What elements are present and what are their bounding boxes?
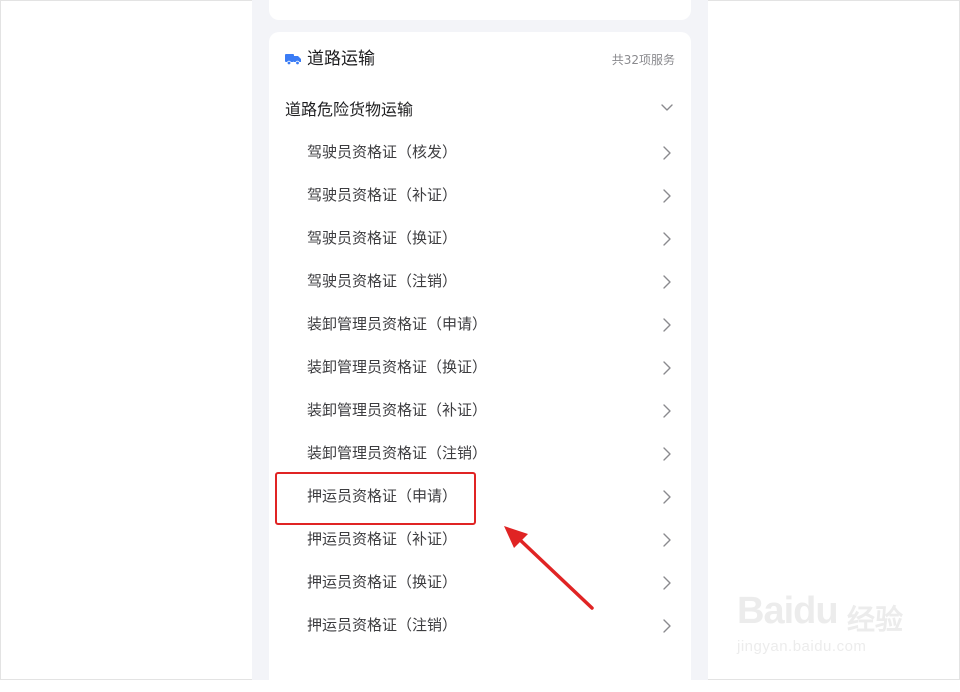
chevron-right-icon (663, 490, 671, 504)
chevron-right-icon (663, 404, 671, 418)
highlight-box (275, 472, 476, 525)
service-item-label: 驾驶员资格证（换证） (307, 229, 458, 247)
service-item-label: 装卸管理员资格证（注销） (307, 444, 488, 462)
truck-icon (285, 54, 301, 65)
service-item[interactable]: 装卸管理员资格证（换证） (269, 347, 691, 390)
service-item-label: 押运员资格证（补证） (307, 530, 458, 548)
chevron-right-icon (663, 619, 671, 633)
category-label: 道路危险货物运输 (285, 100, 414, 119)
service-item[interactable]: 驾驶员资格证（补证） (269, 175, 691, 218)
road-transport-card: 道路运输 共32项服务 道路危险货物运输 驾驶员资格证（核发） 驾驶员资格证（补… (269, 32, 691, 692)
service-item[interactable]: 押运员资格证（补证） (269, 519, 691, 562)
watermark-url: jingyan.baidu.com (737, 638, 867, 655)
chevron-down-icon (661, 104, 673, 111)
watermark-product: 经验 (847, 603, 904, 636)
service-item-label: 装卸管理员资格证（申请） (307, 315, 488, 333)
chevron-right-icon (663, 318, 671, 332)
service-list: 驾驶员资格证（核发） 驾驶员资格证（补证） 驾驶员资格证（换证） 驾驶员资格证（… (269, 132, 691, 648)
chevron-right-icon (663, 447, 671, 461)
section-title: 道路运输 (307, 49, 375, 69)
service-item[interactable]: 装卸管理员资格证（补证） (269, 390, 691, 433)
service-item[interactable]: 装卸管理员资格证（申请） (269, 304, 691, 347)
chevron-right-icon (663, 576, 671, 590)
card-header: 道路运输 共32项服务 (269, 32, 691, 88)
chevron-right-icon (663, 189, 671, 203)
service-item[interactable]: 驾驶员资格证（注销） (269, 261, 691, 304)
service-item-label: 装卸管理员资格证（换证） (307, 358, 488, 376)
service-item-label: 驾驶员资格证（核发） (307, 143, 458, 161)
service-item[interactable]: 押运员资格证（注销） (269, 605, 691, 648)
service-count: 共32项服务 (611, 53, 675, 67)
service-item-label: 驾驶员资格证（注销） (307, 272, 458, 290)
service-item[interactable]: 驾驶员资格证（核发） (269, 132, 691, 175)
app-screen: 道路运输 共32项服务 道路危险货物运输 驾驶员资格证（核发） 驾驶员资格证（补… (252, 0, 708, 692)
category-dangerous-goods[interactable]: 道路危险货物运输 (269, 88, 691, 132)
service-item-label: 驾驶员资格证（补证） (307, 186, 458, 204)
baidu-jingyan-watermark: Baidu 经验 jingyan.baidu.com (735, 576, 915, 666)
chevron-right-icon (663, 275, 671, 289)
previous-card (269, 0, 691, 20)
service-item-label: 押运员资格证（注销） (307, 616, 458, 634)
chevron-right-icon (663, 533, 671, 547)
service-item-label: 押运员资格证（换证） (307, 573, 458, 591)
service-item-label: 装卸管理员资格证（补证） (307, 401, 488, 419)
chevron-right-icon (663, 146, 671, 160)
chevron-right-icon (663, 361, 671, 375)
service-item[interactable]: 押运员资格证（换证） (269, 562, 691, 605)
chevron-right-icon (663, 232, 671, 246)
watermark-brand: Baidu (737, 590, 839, 632)
service-item[interactable]: 驾驶员资格证（换证） (269, 218, 691, 261)
service-item[interactable]: 装卸管理员资格证（注销） (269, 433, 691, 476)
annotation-arrow-icon (504, 526, 594, 610)
